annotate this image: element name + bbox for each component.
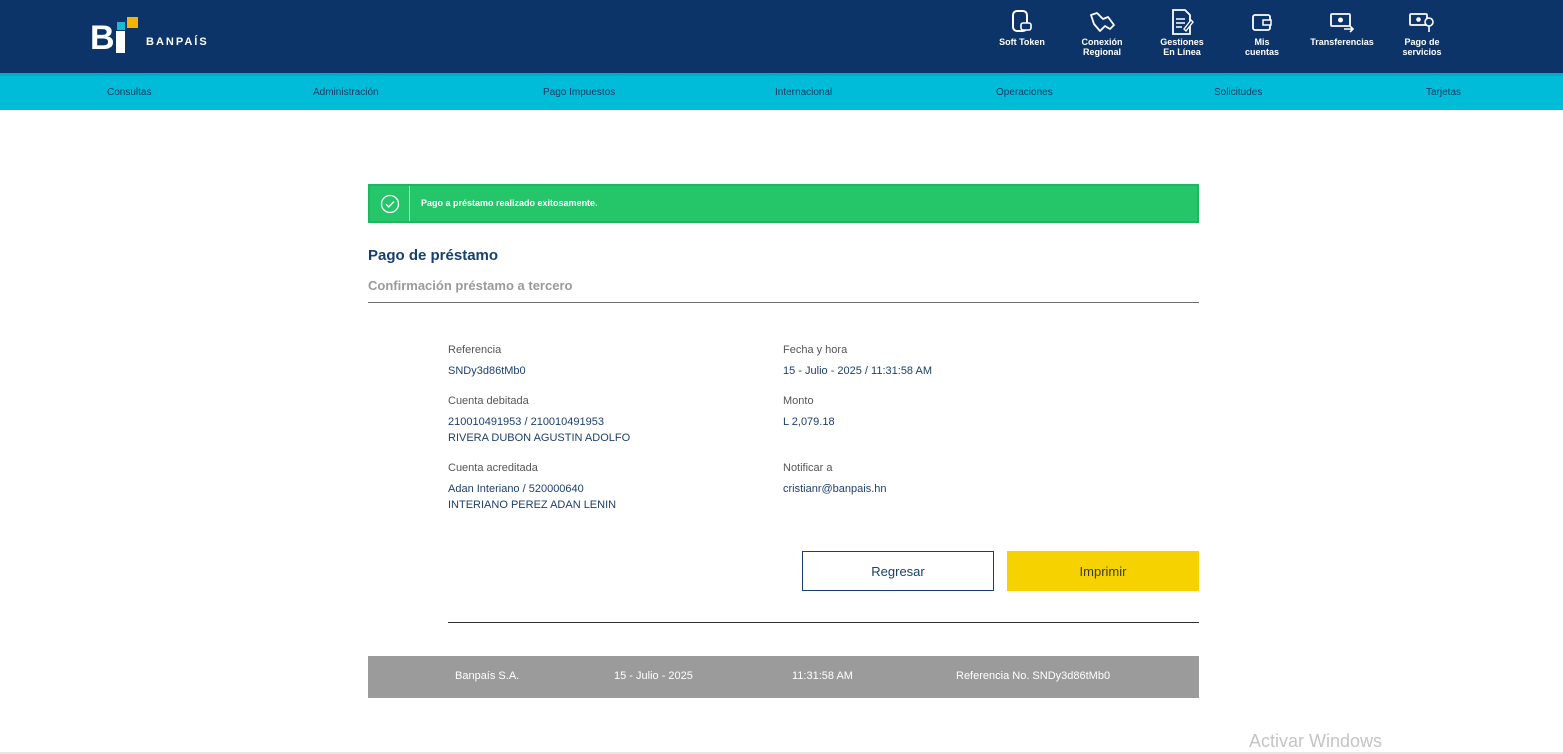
nav-gestiones-en-linea[interactable]: Gestiones En Línea	[1156, 0, 1208, 73]
notificar-value: cristianr@banpais.hn	[783, 483, 887, 495]
handshake-icon	[1087, 8, 1117, 36]
nav-label: Conexión Regional	[1081, 37, 1123, 57]
cuenta-acreditada-number: Adan Interiano / 520000640	[448, 483, 584, 495]
cuenta-debitada-label: Cuenta debitada	[448, 395, 529, 407]
nav-label: Soft Token	[999, 37, 1045, 47]
menu-item-consultas[interactable]: Consultas	[107, 87, 151, 98]
cuenta-debitada-number: 210010491953 / 210010491953	[448, 416, 604, 428]
footer-company: Banpaís S.A.	[455, 670, 520, 682]
main-menu-bar: Consultas Administración Pago Impuestos …	[0, 73, 1563, 110]
referencia-value: SNDy3d86tMb0	[448, 365, 526, 377]
menu-item-tarjetas[interactable]: Tarjetas	[1426, 87, 1461, 98]
nav-conexion-regional[interactable]: Conexión Regional	[1077, 0, 1127, 73]
page-title: Pago de préstamo	[368, 247, 499, 264]
nav-label: Gestiones En Línea	[1160, 37, 1204, 57]
money-transfer-icon	[1327, 8, 1357, 36]
nav-label: Transferencias	[1310, 37, 1374, 47]
footer-date: 15 - Julio - 2025	[614, 670, 693, 682]
back-button[interactable]: Regresar	[802, 551, 994, 591]
menu-item-solicitudes[interactable]: Solicitudes	[1214, 87, 1262, 98]
menu-item-internacional[interactable]: Internacional	[775, 87, 832, 98]
wallet-icon	[1247, 8, 1277, 36]
cuenta-debitada-holder: RIVERA DUBON AGUSTIN ADOLFO	[448, 432, 631, 444]
divider	[368, 302, 1199, 303]
menu-item-pago-impuestos[interactable]: Pago Impuestos	[543, 87, 615, 98]
monto-value: L 2,079.18	[783, 416, 835, 428]
alert-message: Pago a préstamo realizado exitosamente.	[421, 198, 598, 208]
document-edit-icon	[1167, 8, 1197, 36]
nav-label: Pago de servicios	[1402, 37, 1442, 57]
fecha-hora-label: Fecha y hora	[783, 344, 848, 356]
divider	[448, 622, 1199, 623]
check-circle-icon	[370, 186, 410, 221]
menu-item-administracion[interactable]: Administración	[313, 87, 379, 98]
bill-payment-icon	[1407, 8, 1437, 36]
nav-mis-cuentas[interactable]: Mis cuentas	[1237, 0, 1287, 73]
windows-activation-watermark: Activar Windows	[1249, 731, 1383, 751]
nav-label: Mis cuentas	[1244, 37, 1279, 57]
referencia-label: Referencia	[448, 344, 502, 356]
brand-name: BANPAÍS	[146, 36, 209, 48]
cuenta-acreditada-label: Cuenta acreditada	[448, 462, 538, 474]
footer-reference: Referencia No. SNDy3d86tMb0	[956, 670, 1111, 682]
nav-pago-de-servicios[interactable]: Pago de servicios	[1397, 0, 1447, 73]
receipt-footer: Banpaís S.A. 15 - Julio - 2025 11:31:58 …	[368, 656, 1199, 698]
print-button[interactable]: Imprimir	[1007, 551, 1199, 591]
footer-time: 11:31:58 AM	[792, 670, 853, 682]
menu-item-operaciones[interactable]: Operaciones	[996, 87, 1053, 98]
success-alert: Pago a préstamo realizado exitosamente.	[368, 184, 1199, 223]
page-subtitle: Confirmación préstamo a tercero	[368, 278, 573, 293]
nav-soft-token[interactable]: Soft Token	[997, 0, 1047, 73]
notificar-label: Notificar a	[783, 462, 833, 474]
fecha-hora-value: 15 - Julio - 2025 / 11:31:58 AM	[783, 365, 932, 377]
top-header: B BANPAÍS Soft Token Conexión Regional G…	[0, 0, 1563, 73]
cuenta-acreditada-holder: INTERIANO PEREZ ADAN LENIN	[448, 499, 617, 511]
nav-transferencias[interactable]: Transferencias	[1307, 0, 1377, 73]
phone-token-icon	[1007, 8, 1037, 36]
bi-logo-mark: B	[90, 17, 138, 55]
monto-label: Monto	[783, 395, 814, 407]
banpais-logo[interactable]: B BANPAÍS	[90, 16, 209, 56]
